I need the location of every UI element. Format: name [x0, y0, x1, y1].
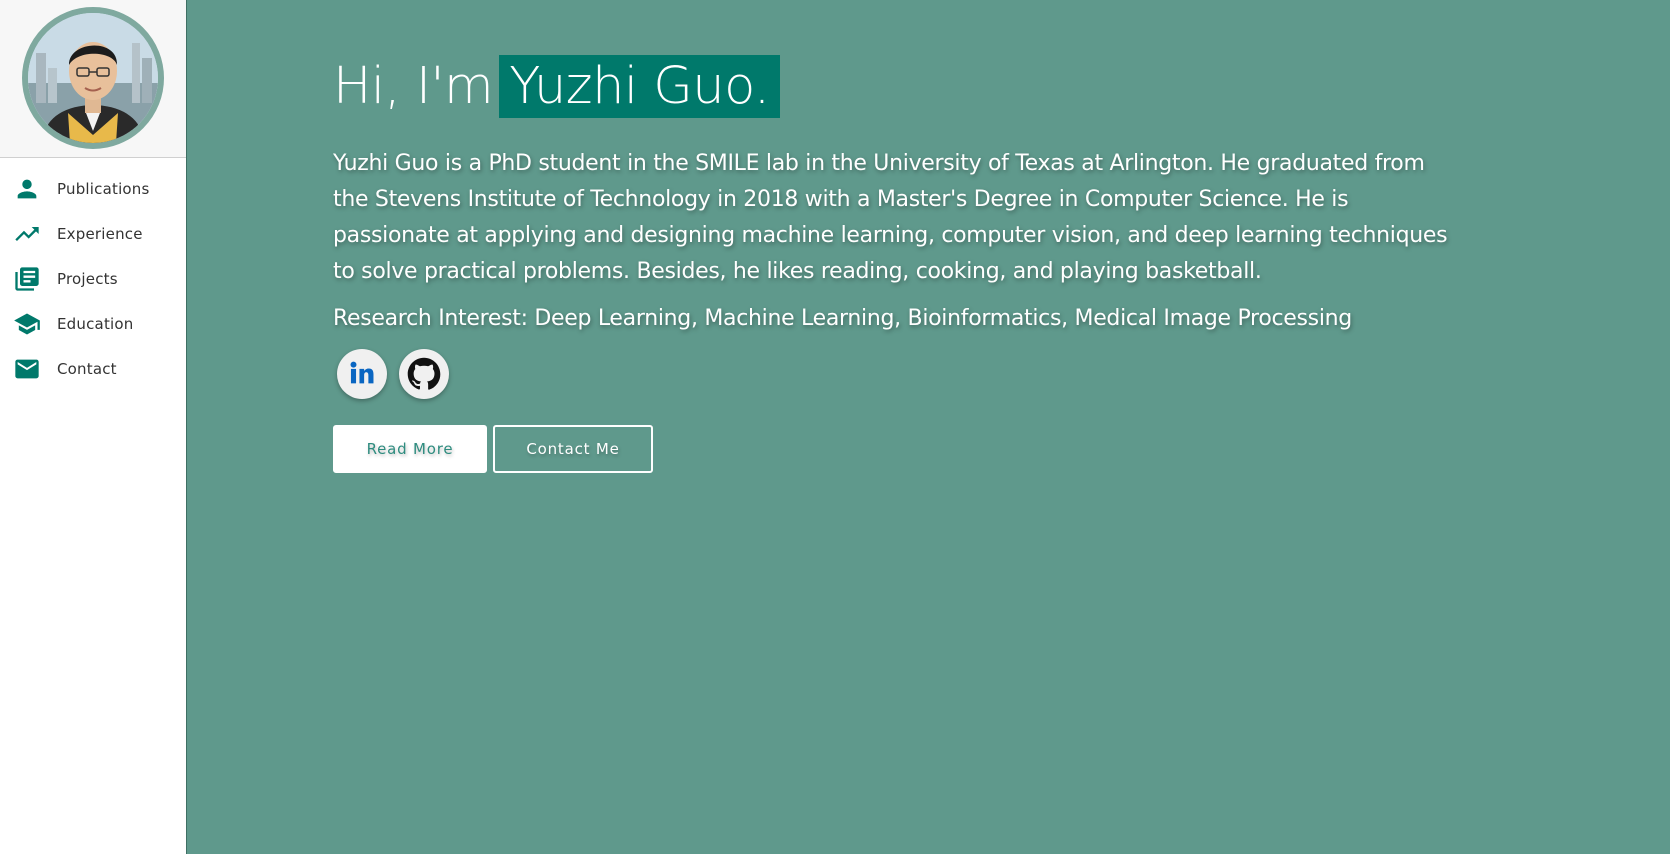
hero-section: Hi, I'm Yuzhi Guo. Yuzhi Guo is a PhD stu… — [333, 55, 1453, 473]
linkedin-icon — [350, 361, 374, 384]
mail-icon — [13, 355, 41, 383]
sidebar: Publications Experience Projects Educati… — [0, 0, 187, 854]
github-link[interactable] — [399, 349, 449, 399]
sidebar-nav: Publications Experience Projects Educati… — [0, 158, 186, 391]
sidebar-item-education[interactable]: Education — [0, 301, 186, 346]
school-icon — [13, 310, 41, 338]
sidebar-item-experience[interactable]: Experience — [0, 211, 186, 256]
profile-header — [0, 0, 186, 158]
github-icon — [407, 357, 441, 390]
contact-me-button[interactable]: Contact Me — [493, 425, 653, 473]
sidebar-item-label: Publications — [57, 179, 150, 198]
avatar — [22, 7, 164, 149]
person-icon — [13, 175, 41, 203]
trending-up-icon — [13, 220, 41, 248]
read-more-button[interactable]: Read More — [333, 425, 487, 473]
avatar-photo — [28, 13, 158, 143]
name-highlight: Yuzhi Guo. — [499, 55, 780, 118]
sidebar-item-label: Projects — [57, 269, 118, 288]
sidebar-item-label: Contact — [57, 359, 117, 378]
linkedin-link[interactable] — [337, 349, 387, 399]
page-title: Hi, I'm Yuzhi Guo. — [333, 55, 1453, 119]
cta-buttons: Read More Contact Me — [333, 425, 1453, 473]
social-links — [333, 349, 1453, 399]
research-interest-text: Research Interest: Deep Learning, Machin… — [333, 306, 1352, 331]
sidebar-item-projects[interactable]: Projects — [0, 256, 186, 301]
sidebar-item-label: Education — [57, 314, 134, 333]
bio-text: Yuzhi Guo is a PhD student in the SMILE … — [333, 151, 1448, 284]
sidebar-item-contact[interactable]: Contact — [0, 346, 186, 391]
library-books-icon — [13, 265, 41, 293]
sidebar-item-label: Experience — [57, 224, 143, 243]
sidebar-item-publications[interactable]: Publications — [0, 166, 186, 211]
greeting-text: Hi, I'm — [333, 57, 494, 116]
